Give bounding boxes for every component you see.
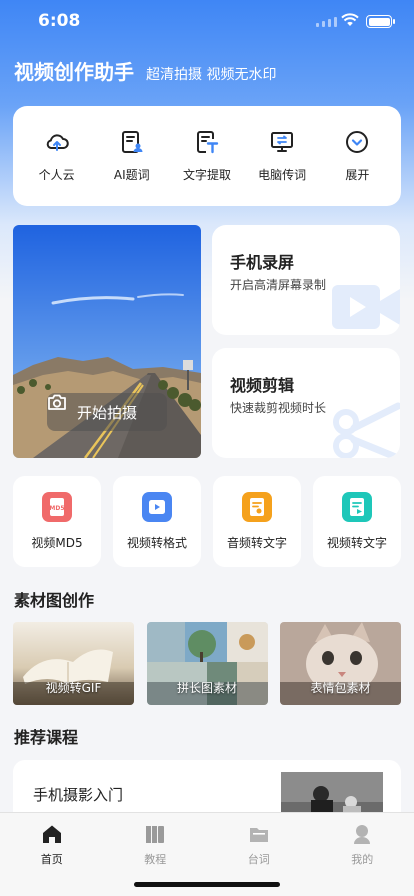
quick-action-label: 文字提取 xyxy=(182,168,231,182)
quick-action-label: 展开 xyxy=(345,168,370,182)
folder-icon xyxy=(249,828,268,842)
app-title: 视频创作助手 xyxy=(14,60,134,84)
text-extract-icon xyxy=(196,131,219,154)
quick-action-expand[interactable]: 展开 xyxy=(322,129,392,183)
scissors-icon xyxy=(333,402,400,458)
tool-video-md5[interactable]: MD5 视频MD5 xyxy=(13,476,101,567)
courses-section-title: 推荐课程 xyxy=(14,728,79,747)
tools-row: MD5 视频MD5 视频转格式 音频转文字 视频转文字 xyxy=(13,476,401,567)
materials-row: 视频转GIF 拼长图素材 表情包素材 xyxy=(13,622,401,705)
start-shooting-label: 开始拍摄 xyxy=(76,403,137,422)
tab-label: 台词 xyxy=(247,853,270,866)
start-shooting-card[interactable]: 开始拍摄 xyxy=(13,225,201,458)
screen-record-title: 手机录屏 xyxy=(230,253,295,272)
camera-icon xyxy=(48,394,66,410)
home-icon xyxy=(42,825,61,843)
status-time: 6:08 xyxy=(38,11,81,31)
course-title: 手机摄影入门 xyxy=(33,786,124,804)
material-emoji-pack[interactable]: 表情包素材 xyxy=(280,622,401,705)
tool-label: 视频转文字 xyxy=(326,536,387,550)
audio-text-icon xyxy=(242,492,272,522)
quick-action-ai-script[interactable]: AI题词 xyxy=(97,129,167,183)
monitor-transfer-icon xyxy=(271,132,294,152)
video-edit-title: 视频剪辑 xyxy=(230,376,295,395)
video-edit-subtitle: 快速裁剪视频时长 xyxy=(230,401,327,415)
material-label: 拼长图素材 xyxy=(176,681,237,695)
video-play-icon xyxy=(142,492,172,522)
tab-home[interactable]: 首页 xyxy=(0,813,104,896)
material-long-image[interactable]: 拼长图素材 xyxy=(146,622,268,705)
quick-action-label: 电脑传词 xyxy=(258,168,307,182)
tool-label: 视频MD5 xyxy=(31,536,83,550)
tool-label: 音频转文字 xyxy=(226,536,287,550)
video-text-icon xyxy=(342,492,372,522)
materials-section-title: 素材图创作 xyxy=(14,591,95,610)
screen-record-subtitle: 开启高清屏幕录制 xyxy=(230,278,327,292)
cloud-upload-icon xyxy=(46,134,69,151)
app-subtitle: 超清拍摄 视频无水印 xyxy=(146,67,277,83)
status-bar: 6:08 xyxy=(0,0,414,44)
svg-text:MD5: MD5 xyxy=(49,505,64,512)
start-shooting-button[interactable]: 开始拍摄 xyxy=(47,393,167,431)
chevron-down-circle-icon xyxy=(346,131,369,153)
app-header: 视频创作助手 超清拍摄 视频无水印 xyxy=(14,56,276,85)
tool-video-convert[interactable]: 视频转格式 xyxy=(113,476,201,567)
tool-audio-to-text[interactable]: 音频转文字 xyxy=(213,476,301,567)
book-icon xyxy=(146,826,165,843)
home-indicator[interactable] xyxy=(134,882,280,887)
tab-label: 首页 xyxy=(40,853,63,866)
tool-video-to-text[interactable]: 视频转文字 xyxy=(313,476,401,567)
tab-profile[interactable]: 我的 xyxy=(311,813,414,896)
video-camera-icon xyxy=(332,285,400,329)
material-label: 表情包素材 xyxy=(310,681,371,695)
tool-label: 视频转格式 xyxy=(126,536,187,550)
video-edit-card[interactable]: 视频剪辑 快速裁剪视频时长 xyxy=(212,348,400,458)
quick-action-label: AI题词 xyxy=(113,168,150,182)
material-video-to-gif[interactable]: 视频转GIF xyxy=(13,622,134,705)
quick-action-pc-transfer[interactable]: 电脑传词 xyxy=(247,129,317,183)
md5-icon: MD5 xyxy=(42,492,72,522)
tab-label: 我的 xyxy=(351,853,374,866)
quick-action-text-extract[interactable]: 文字提取 xyxy=(172,129,242,183)
quick-action-label: 个人云 xyxy=(38,168,75,182)
screen-record-card[interactable]: 手机录屏 开启高清屏幕录制 xyxy=(212,225,400,335)
quick-action-personal-cloud[interactable]: 个人云 xyxy=(22,129,92,183)
tab-label: 教程 xyxy=(144,853,167,866)
signal-icon xyxy=(316,17,337,27)
material-label: 视频转GIF xyxy=(45,681,102,695)
quick-actions-panel: 个人云 AI题词 文字提取 电脑传词 展开 xyxy=(13,106,401,206)
ai-script-icon xyxy=(121,131,143,153)
profile-icon xyxy=(354,825,371,844)
wifi-icon xyxy=(341,13,359,26)
battery-icon xyxy=(366,15,395,28)
